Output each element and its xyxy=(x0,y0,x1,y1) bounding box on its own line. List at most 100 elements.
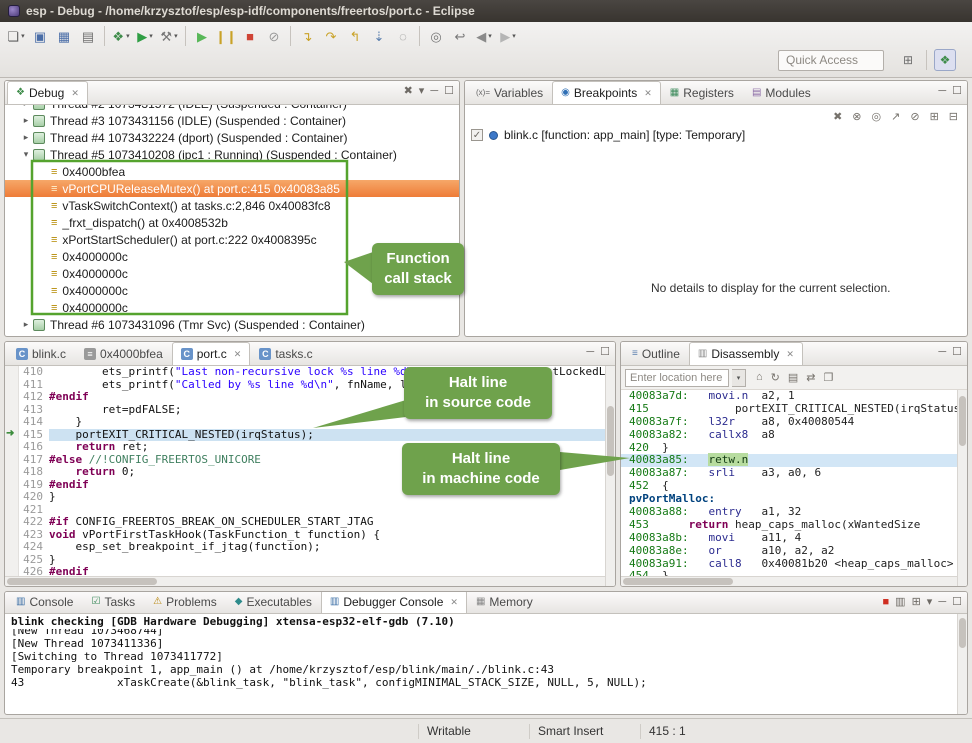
stack-frame-row[interactable]: ≡vTaskSwitchContext() at tasks.c:2,846 0… xyxy=(5,197,459,214)
editor-horizontal-scrollbar[interactable] xyxy=(5,576,605,586)
step-over-button[interactable]: ↷ xyxy=(320,25,342,47)
editor-tab-0x4000bfea[interactable]: ≡ 0x4000bfea xyxy=(75,342,172,365)
scrollbar-thumb[interactable] xyxy=(959,618,966,648)
collapse-all-button[interactable]: ⊟ xyxy=(948,110,959,123)
disconnect-button[interactable]: ⊘ xyxy=(263,25,285,47)
code-line[interactable]: 420} xyxy=(5,491,615,504)
refresh-view-button[interactable]: ↻ xyxy=(770,371,781,384)
expander-closed-icon[interactable]: ▸ xyxy=(19,132,33,143)
expander-closed-icon[interactable]: ▸ xyxy=(19,319,33,330)
run-button[interactable]: ▶▾ xyxy=(134,25,156,47)
forward-button[interactable]: ▶▾ xyxy=(497,25,519,47)
save-button[interactable]: ▣ xyxy=(29,25,51,47)
code-line[interactable]: 419#endif xyxy=(5,479,615,492)
search-button[interactable]: ◎ xyxy=(425,25,447,47)
tab-variables[interactable]: (x)= Variables xyxy=(467,81,552,104)
open-perspective-button[interactable]: ⊞ xyxy=(897,49,919,71)
quick-access-input[interactable]: Quick Access xyxy=(778,50,884,71)
terminate-button[interactable]: ■ xyxy=(239,25,261,47)
print-button[interactable]: ▤ xyxy=(77,25,99,47)
maximize-button[interactable]: ☐ xyxy=(952,347,962,358)
scrollbar-thumb[interactable] xyxy=(959,396,966,446)
back-button[interactable]: ◀▾ xyxy=(473,25,495,47)
view-menu-button[interactable]: ▾ xyxy=(927,597,933,608)
save-all-button[interactable]: ▦ xyxy=(53,25,75,47)
expand-all-button[interactable]: ⊞ xyxy=(929,110,940,123)
debug-button[interactable]: ❖▾ xyxy=(110,25,132,47)
stack-frame-row[interactable]: ≡_frxt_dispatch() at 0x4008532b xyxy=(5,214,459,231)
debug-thread-row[interactable]: ▾Thread #5 1073410208 (ipc1 : Running) (… xyxy=(5,146,459,163)
go-to-file-for-breakpoint-button[interactable]: ↗ xyxy=(890,110,901,123)
expander-closed-icon[interactable]: ▸ xyxy=(19,105,33,109)
code-line[interactable]: 425} xyxy=(5,554,615,567)
close-icon[interactable]: ✕ xyxy=(644,88,652,99)
tab-disassembly[interactable]: ▥ Disassembly ✕ xyxy=(689,342,803,365)
close-icon[interactable]: ✕ xyxy=(450,597,458,608)
minimize-button[interactable]: ─ xyxy=(938,347,946,358)
disassembly-lines[interactable]: 40083a7d: movi.n a2, 1415 portEXIT_CRITI… xyxy=(621,390,967,587)
debug-thread-row[interactable]: ▸Thread #6 1073431096 (Tmr Svc) (Suspend… xyxy=(5,316,459,333)
close-icon[interactable]: ✕ xyxy=(786,349,794,360)
stack-frame-row[interactable]: ≡0x4000000c xyxy=(5,248,459,265)
stack-frame-row[interactable]: ≡0x4000000c xyxy=(5,282,459,299)
console-output[interactable]: [New Thread 1073468744][New Thread 10734… xyxy=(5,629,967,715)
maximize-button[interactable]: ☐ xyxy=(600,347,610,358)
scrollbar-thumb[interactable] xyxy=(7,578,157,585)
code-line[interactable]: 417#else //!CONFIG_FREERTOS_UNICORE xyxy=(5,454,615,467)
tab-executables[interactable]: ◆ Executables xyxy=(226,591,321,613)
stack-frame-row[interactable]: ≡0x4000bfea xyxy=(5,163,459,180)
disassembly-line[interactable]: 40083a91: call8 0x40081b20 <heap_caps_ma… xyxy=(621,558,967,571)
tab-debugger-console[interactable]: ▥ Debugger Console ✕ xyxy=(321,591,467,613)
step-return-button[interactable]: ↰ xyxy=(344,25,366,47)
editor-vertical-scrollbar[interactable] xyxy=(605,366,615,586)
code-line[interactable]: 411 ets_printf("Called by %s line %d\n",… xyxy=(5,379,615,392)
tab-modules[interactable]: ▤ Modules xyxy=(743,81,820,104)
tab-memory[interactable]: ▦ Memory xyxy=(467,591,542,613)
home-button[interactable]: ⌂ xyxy=(755,371,764,384)
show-breakpoints-for-selection-button[interactable]: ◎ xyxy=(871,110,883,123)
code-line[interactable]: 412#endif xyxy=(5,391,615,404)
console-vertical-scrollbar[interactable] xyxy=(957,614,967,714)
minimize-button[interactable]: ─ xyxy=(586,347,594,358)
tab-console[interactable]: ▥ Console xyxy=(7,591,82,613)
disassembly-line[interactable]: 40083a87: srli a3, a0, 6 xyxy=(621,467,967,480)
disassembly-horizontal-scrollbar[interactable] xyxy=(621,576,957,586)
breakpoint-row[interactable]: ✓blink.c [function: app_main] [type: Tem… xyxy=(465,127,967,143)
resume-button[interactable]: ▶ xyxy=(191,25,213,47)
maximize-button[interactable]: ☐ xyxy=(952,86,962,97)
code-line[interactable]: 415 portEXIT_CRITICAL_NESTED(irqStatus); xyxy=(5,429,615,442)
step-into-button[interactable]: ↴ xyxy=(296,25,318,47)
stack-frame-row[interactable]: ≡0x4000000c xyxy=(5,299,459,316)
display-selected-console-button[interactable]: ▥ xyxy=(895,597,905,608)
minimize-button[interactable]: ─ xyxy=(430,86,438,97)
breakpoint-checkbox[interactable]: ✓ xyxy=(471,129,483,141)
close-icon[interactable]: ✕ xyxy=(234,349,242,360)
scrollbar-thumb[interactable] xyxy=(607,406,614,476)
view-menu-button[interactable]: ▾ xyxy=(419,86,425,97)
editor-tab-port-c[interactable]: C port.c ✕ xyxy=(172,342,251,365)
tab-breakpoints[interactable]: ◉ Breakpoints ✕ xyxy=(552,81,661,104)
code-line[interactable]: 423void vPortFirstTaskHook(TaskFunction_… xyxy=(5,529,615,542)
stack-frame-row[interactable]: ≡xPortStartScheduler() at port.c:222 0x4… xyxy=(5,231,459,248)
expander-closed-icon[interactable]: ▸ xyxy=(19,115,33,126)
sync-with-debug-button[interactable]: ⇄ xyxy=(805,371,816,384)
close-icon[interactable]: ✕ xyxy=(71,88,79,99)
code-line[interactable]: 410 ets_printf("Last non-recursive lock … xyxy=(5,366,615,379)
maximize-button[interactable]: ☐ xyxy=(952,597,962,608)
code-line[interactable]: 414 } xyxy=(5,416,615,429)
open-new-view-button[interactable]: ❐ xyxy=(823,371,835,384)
tab-outline[interactable]: ≡ Outline xyxy=(623,342,689,365)
location-dropdown-button[interactable]: ▾ xyxy=(732,369,746,387)
skip-all-breakpoints-button[interactable]: ◌ xyxy=(392,25,414,47)
code-line[interactable]: 416 return ret; xyxy=(5,441,615,454)
debug-thread-row[interactable]: ▸Thread #4 1073432224 (dport) (Suspended… xyxy=(5,129,459,146)
remove-all-terminated-button[interactable]: ✖ xyxy=(404,86,413,97)
instruction-stepping-button[interactable]: ⇣ xyxy=(368,25,390,47)
skip-all-breakpoints-button[interactable]: ⊘ xyxy=(909,110,920,123)
disassembly-line[interactable]: 40083a82: callx8 a8 xyxy=(621,429,967,442)
debug-perspective-button[interactable]: ❖ xyxy=(934,49,956,71)
location-input[interactable]: Enter location here xyxy=(625,369,729,387)
code-line[interactable]: 424 esp_set_breakpoint_if_jtag(function)… xyxy=(5,541,615,554)
suspend-button[interactable]: ❙❙ xyxy=(215,25,237,47)
tab-debug[interactable]: ❖ Debug ✕ xyxy=(7,81,88,104)
